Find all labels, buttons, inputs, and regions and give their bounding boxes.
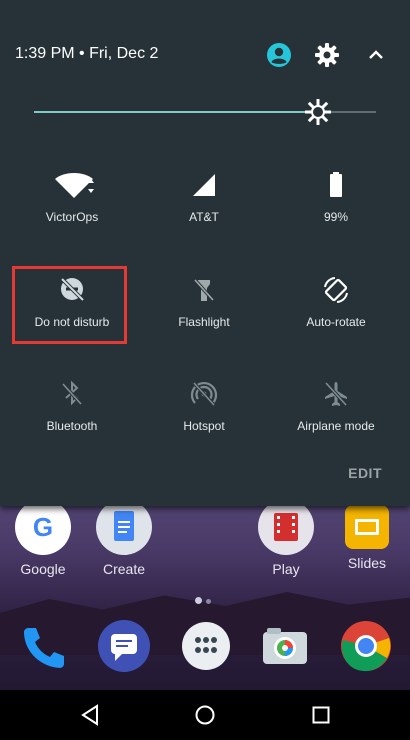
google-icon: G (15, 499, 71, 555)
wifi-icon (55, 170, 94, 200)
airplane-icon (321, 379, 351, 409)
page-indicator (195, 591, 215, 609)
tile-wifi[interactable]: VictorOps (7, 170, 137, 224)
brightness-thumb-icon[interactable] (304, 98, 332, 126)
time-date: 1:39 PM • Fri, Dec 2 (15, 45, 159, 62)
svg-text:G: G (33, 512, 53, 542)
flashlight-icon (189, 275, 219, 305)
tile-auto-rotate[interactable]: Auto-rotate (271, 275, 401, 329)
tile-hotspot[interactable]: Hotspot (139, 379, 269, 433)
settings-gear-icon[interactable] (314, 42, 340, 68)
auto-rotate-icon (321, 275, 351, 305)
home-icon[interactable] (192, 702, 218, 728)
user-account-icon[interactable] (266, 42, 292, 68)
tile-label: 99% (323, 210, 349, 224)
tile-airplane-mode[interactable]: Airplane mode (271, 379, 401, 433)
highlight-box (12, 266, 127, 344)
play-movies-icon (258, 499, 314, 555)
tile-battery[interactable]: 99% (271, 170, 401, 224)
camera-icon[interactable] (259, 620, 311, 672)
tile-label: Bluetooth (46, 419, 98, 433)
messages-icon[interactable] (98, 620, 150, 672)
chrome-icon[interactable] (340, 620, 392, 672)
tile-label: Auto-rotate (306, 315, 366, 329)
app-slides[interactable]: Slides (332, 499, 402, 571)
quick-settings-panel: 1:39 PM • Fri, Dec 2 VictorOps AT&T 99% (0, 0, 410, 506)
tile-cellular[interactable]: AT&T (139, 170, 269, 224)
tile-label: Hotspot (183, 419, 225, 433)
back-icon[interactable] (77, 702, 103, 728)
recents-icon[interactable] (308, 702, 334, 728)
app-create[interactable]: Create (89, 499, 159, 577)
brightness-fill (34, 111, 318, 113)
app-label: Create (102, 561, 146, 577)
app-label: Slides (347, 555, 387, 571)
cell-signal-icon (189, 170, 219, 200)
tile-label: Airplane mode (297, 419, 375, 433)
navigation-bar (0, 690, 410, 740)
phone-icon[interactable] (16, 620, 68, 672)
tile-label: VictorOps (45, 210, 99, 224)
docs-icon (96, 499, 152, 555)
app-play[interactable]: Play (251, 499, 321, 577)
battery-icon (321, 170, 351, 200)
app-drawer-icon[interactable] (180, 620, 232, 672)
collapse-chevron-icon[interactable] (363, 42, 389, 68)
app-google[interactable]: G Google (8, 499, 78, 577)
app-label: Play (272, 561, 300, 577)
slides-icon (345, 505, 389, 549)
app-label: Google (20, 561, 66, 577)
edit-button[interactable]: EDIT (348, 465, 382, 481)
tile-flashlight[interactable]: Flashlight (139, 275, 269, 329)
tile-bluetooth[interactable]: Bluetooth (7, 379, 137, 433)
hotspot-icon (189, 379, 219, 409)
brightness-slider[interactable] (34, 99, 376, 125)
tile-label: Flashlight (178, 315, 230, 329)
bluetooth-icon (57, 379, 87, 409)
tile-label: AT&T (189, 210, 219, 224)
